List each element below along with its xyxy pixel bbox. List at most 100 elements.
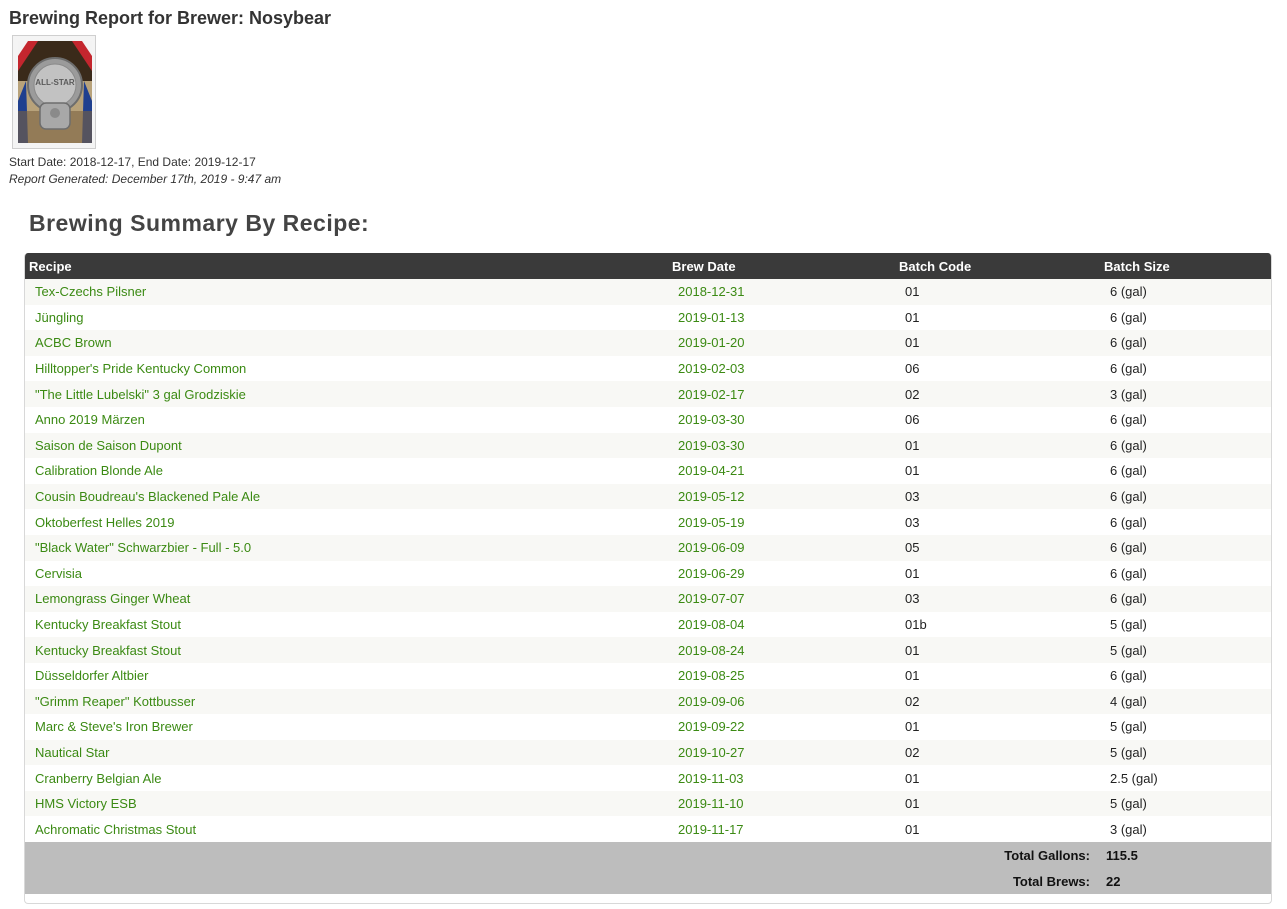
brew-date-link[interactable]: 2019-01-20 [668,330,895,356]
table-row: Tex-Czechs Pilsner 2018-12-31 01 6 (gal) [25,279,1271,305]
brew-date-link[interactable]: 2019-02-03 [668,356,895,382]
brew-date-link[interactable]: 2019-11-17 [668,816,895,842]
recipe-link[interactable]: Tex-Czechs Pilsner [25,279,668,305]
brew-date-link[interactable]: 2019-10-27 [668,740,895,766]
brew-date-link[interactable]: 2019-08-24 [668,637,895,663]
recipe-link[interactable]: Cervisia [25,561,668,587]
recipe-link[interactable]: Jüngling [25,305,668,331]
table-row: "The Little Lubelski" 3 gal Grodziskie 20… [25,381,1271,407]
table-row: Kentucky Breakfast Stout 2019-08-04 01b 5 (… [25,611,1271,638]
batch-code: 05 [905,540,920,556]
brew-date-link[interactable]: 2019-06-09 [668,535,895,561]
brew-date-link[interactable]: 2019-06-29 [668,561,895,587]
recipe-link[interactable]: Marc & Steve's Iron Brewer [25,714,668,740]
batch-code: 02 [905,693,920,709]
table-row: Calibration Blonde Ale 2019-04-21 01 6 (gal… [25,458,1271,484]
batch-size: 6 (gal) [1110,284,1147,300]
batch-size: 6 (gal) [1110,437,1147,453]
brew-date-link[interactable]: 2019-02-17 [668,381,895,407]
batch-size: 6 (gal) [1110,565,1147,581]
recipe-link[interactable]: Anno 2019 Märzen [25,407,668,433]
recipe-link[interactable]: Cousin Boudreau's Blackened Pale Ale [25,484,668,510]
recipe-link[interactable]: "Black Water" Schwarzbier - Full - 5.0 [25,535,668,561]
report-generated: Report Generated: December 17th, 2019 - … [9,172,282,186]
brew-date-link[interactable]: 2019-08-25 [668,663,895,689]
brew-date-link[interactable]: 2019-11-10 [668,791,895,817]
date-range: Start Date: 2018-12-17, End Date: 2019-1… [9,155,256,169]
recipe-link[interactable]: Nautical Star [25,740,668,766]
summary-table: Recipe Brew Date Batch Code Batch Size T… [25,253,1271,895]
recipe-link[interactable]: HMS Victory ESB [25,791,668,817]
table-row: Kentucky Breakfast Stout 2019-08-24 01 5 (g… [25,637,1271,663]
table-row: Marc & Steve's Iron Brewer 2019-09-22 01 5 … [25,714,1271,740]
table-row: Nautical Star 2019-10-27 02 5 (gal) [25,739,1271,766]
batch-code: 01 [905,821,920,837]
table-row: Saison de Saison Dupont 2019-03-30 01 6 (ga… [25,432,1271,459]
recipe-link[interactable]: Saison de Saison Dupont [25,433,668,459]
medal-image: ALL-STAR [12,35,96,149]
batch-size: 6 (gal) [1110,463,1147,479]
column-header-recipe[interactable]: Recipe [25,253,668,279]
batch-size: 2.5 (gal) [1110,770,1158,786]
table-row: Achromatic Christmas Stout 2019-11-17 01 3 … [25,816,1271,843]
batch-code: 01b [905,617,927,633]
recipe-link[interactable]: ACBC Brown [25,330,668,356]
column-header-brew-date[interactable]: Brew Date [668,253,895,279]
medal-icon: ALL-STAR [18,41,92,143]
batch-code: 01 [905,437,920,453]
brew-date-link[interactable]: 2019-04-21 [668,458,895,484]
recipe-link[interactable]: Düsseldorfer Altbier [25,663,668,689]
brew-date-link[interactable]: 2019-08-04 [668,612,895,638]
page-title: Brewing Report for Brewer: Nosybear [9,8,332,28]
batch-code: 06 [905,361,920,377]
batch-code: 06 [905,412,920,428]
recipe-link[interactable]: Lemongrass Ginger Wheat [25,586,668,612]
brew-date-link[interactable]: 2019-11-03 [668,765,895,791]
recipe-link[interactable]: Oktoberfest Helles 2019 [25,509,668,535]
column-header-batch-size[interactable]: Batch Size [1100,253,1271,279]
batch-code: 01 [905,565,920,581]
batch-size: 6 (gal) [1110,335,1147,351]
batch-size: 4 (gal) [1110,693,1147,709]
column-header-batch-code[interactable]: Batch Code [895,253,1100,279]
brew-date-link[interactable]: 2019-09-06 [668,689,895,715]
total-brews-row: Total Brews: 22 [25,868,1271,895]
batch-size: 6 (gal) [1110,514,1147,530]
brew-date-link[interactable]: 2019-05-12 [668,484,895,510]
recipe-link[interactable]: Kentucky Breakfast Stout [25,637,668,663]
batch-code: 01 [905,284,920,300]
recipe-link[interactable]: Achromatic Christmas Stout [25,816,668,842]
batch-size: 5 (gal) [1110,719,1147,735]
table-row: Lemongrass Ginger Wheat 2019-07-07 03 6 (ga… [25,586,1271,612]
table-row: Cervisia 2019-06-29 01 6 (gal) [25,560,1271,587]
recipe-link[interactable]: Cranberry Belgian Ale [25,765,668,791]
batch-size: 6 (gal) [1110,412,1147,428]
batch-code: 01 [905,463,920,479]
brew-date-link[interactable]: 2019-03-30 [668,433,895,459]
batch-size: 3 (gal) [1110,386,1147,402]
recipe-link[interactable]: "Grimm Reaper" Kottbusser [25,689,668,715]
recipe-link[interactable]: Calibration Blonde Ale [25,458,668,484]
recipe-link[interactable]: "The Little Lubelski" 3 gal Grodziskie [25,381,668,407]
section-heading: Brewing Summary By Recipe: [29,210,370,236]
batch-size: 6 (gal) [1110,540,1147,556]
batch-code: 01 [905,335,920,351]
batch-code: 01 [905,770,920,786]
batch-size: 6 (gal) [1110,361,1147,377]
batch-size: 5 (gal) [1110,796,1147,812]
svg-text:ALL-STAR: ALL-STAR [35,78,75,87]
brew-date-link[interactable]: 2019-03-30 [668,407,895,433]
summary-table-container: Recipe Brew Date Batch Code Batch Size T… [24,253,1272,904]
brew-date-link[interactable]: 2019-05-19 [668,509,895,535]
brew-date-link[interactable]: 2019-09-22 [668,714,895,740]
batch-size: 5 (gal) [1110,744,1147,760]
batch-size: 6 (gal) [1110,668,1147,684]
brew-date-link[interactable]: 2018-12-31 [668,279,895,305]
recipe-link[interactable]: Hilltopper's Pride Kentucky Common [25,356,668,382]
brew-date-link[interactable]: 2019-07-07 [668,586,895,612]
table-row: Jüngling 2019-01-13 01 6 (gal) [25,304,1271,331]
batch-code: 01 [905,796,920,812]
total-brews-value: 22 [1106,873,1121,889]
recipe-link[interactable]: Kentucky Breakfast Stout [25,612,668,638]
brew-date-link[interactable]: 2019-01-13 [668,305,895,331]
